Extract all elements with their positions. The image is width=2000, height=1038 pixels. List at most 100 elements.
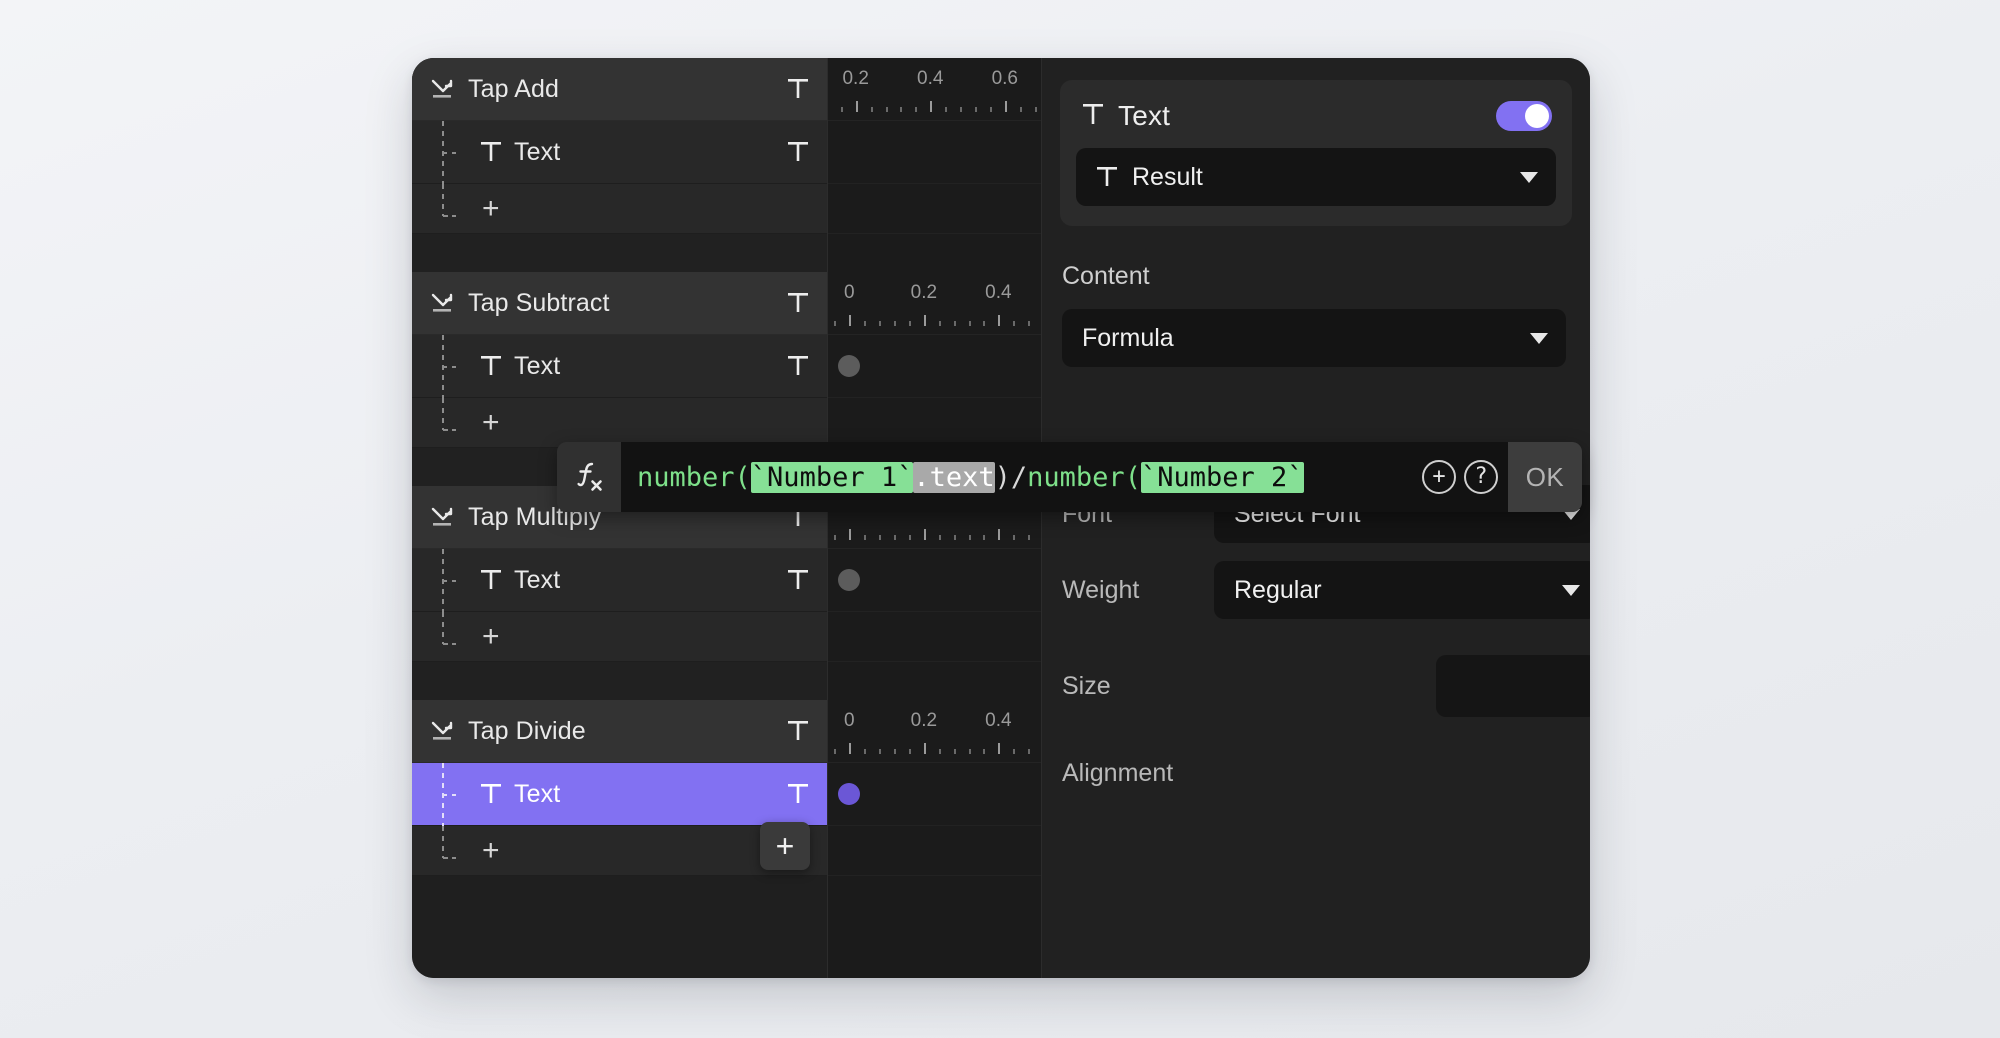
formula-token: `Number 2` — [1141, 462, 1304, 493]
ruler-tick — [864, 749, 866, 754]
ruler-tick — [834, 749, 836, 754]
layer-group-name: Tap Divide — [468, 717, 787, 746]
inspector-title: Text — [1118, 100, 1170, 132]
ruler-tick — [834, 535, 836, 540]
timeline-track[interactable] — [828, 763, 1041, 826]
formula-token: number( — [1027, 462, 1141, 493]
size-input[interactable] — [1436, 655, 1590, 717]
timeline-group: 00.20.4 — [828, 272, 1041, 448]
ruler-tick — [871, 107, 873, 112]
ruler-tick — [1035, 107, 1037, 112]
formula-actions: + ? — [1396, 442, 1508, 512]
add-token-button[interactable]: + — [1422, 460, 1456, 494]
group-spacer — [412, 234, 827, 272]
plus-icon: + — [482, 408, 500, 438]
ruler-tick — [983, 535, 985, 540]
layer-row[interactable]: Text — [412, 335, 827, 398]
layer-enabled-toggle[interactable] — [1496, 101, 1552, 131]
tap-gesture-icon — [430, 76, 456, 102]
text-type-icon — [480, 567, 502, 593]
ruler-tick — [894, 535, 896, 540]
formula-input[interactable]: number(`Number 1`.text)/number(`Number 2… — [621, 442, 1508, 512]
text-type-icon — [480, 353, 502, 379]
size-row: Size — [1042, 655, 1590, 717]
ruler-tick — [886, 107, 888, 112]
content-type-select[interactable]: Formula — [1062, 309, 1566, 367]
timeline-track[interactable] — [828, 121, 1041, 184]
ruler-tick — [900, 107, 902, 112]
text-type-icon — [787, 139, 811, 165]
ruler-tick — [841, 107, 843, 112]
layer-row-label: Text — [514, 138, 787, 167]
help-button[interactable]: ? — [1464, 460, 1498, 494]
weight-select[interactable]: Regular — [1214, 561, 1590, 619]
tap-gesture-icon — [430, 290, 456, 316]
function-fx-icon[interactable] — [557, 442, 621, 512]
content-section-label: Content — [1062, 262, 1572, 291]
keyframe-dot[interactable] — [838, 569, 860, 591]
layer-select[interactable]: Result — [1076, 148, 1556, 206]
ruler-tick — [924, 315, 926, 326]
tree-connector — [440, 612, 466, 662]
ruler-tick — [849, 529, 851, 540]
ruler-tick — [1013, 321, 1015, 326]
ruler-tick — [849, 743, 851, 754]
ruler-tick — [998, 743, 1000, 754]
ruler-tick — [954, 535, 956, 540]
layer-group: Tap Subtract Text + — [412, 272, 827, 448]
timeline-track[interactable] — [828, 549, 1041, 612]
ruler-tick — [975, 107, 977, 112]
keyframe-dot[interactable] — [838, 355, 860, 377]
layer-group-header[interactable]: Tap Divide — [412, 700, 827, 763]
ruler-tick — [945, 107, 947, 112]
layer-row[interactable]: Text — [412, 121, 827, 184]
layer-row-label: Text — [514, 352, 787, 381]
text-type-icon — [787, 290, 811, 316]
timeline-panel[interactable]: 0.20.40.600.20.400.20.400.20.4 — [827, 58, 1042, 978]
ruler-tick — [998, 315, 1000, 326]
ruler-tick — [924, 743, 926, 754]
toggle-knob — [1525, 104, 1549, 128]
timeline-track-empty — [828, 184, 1041, 234]
text-type-icon — [1096, 165, 1118, 189]
size-label: Size — [1062, 672, 1214, 701]
layer-row-selected[interactable]: Text — [412, 763, 827, 826]
ruler-tick — [1013, 749, 1015, 754]
timeline-group: 00.20.4 — [828, 700, 1041, 876]
layer-group-header[interactable]: Tap Subtract — [412, 272, 827, 335]
ruler-tick — [954, 321, 956, 326]
ok-button[interactable]: OK — [1508, 442, 1582, 512]
timeline-track-empty — [828, 398, 1041, 448]
timeline-track[interactable] — [828, 335, 1041, 398]
ruler-tick — [879, 321, 881, 326]
content-type-value: Formula — [1082, 324, 1174, 353]
layer-group-header[interactable]: Tap Add — [412, 58, 827, 121]
text-type-icon — [787, 567, 811, 593]
ruler-tick — [849, 315, 851, 326]
tap-gesture-icon — [430, 718, 456, 744]
ruler-tick — [879, 535, 881, 540]
add-layer-row[interactable]: + — [412, 612, 827, 662]
chevron-down-icon — [1562, 585, 1580, 596]
add-layer-row[interactable]: + — [412, 184, 827, 234]
ruler-tick — [864, 321, 866, 326]
text-type-icon — [480, 781, 502, 807]
timeline-ruler[interactable]: 0.20.40.6 — [828, 58, 1041, 121]
keyframe-dot[interactable] — [838, 783, 860, 805]
ruler-tick-label: 0.4 — [917, 68, 943, 90]
timeline-ruler[interactable]: 00.20.4 — [828, 272, 1041, 335]
ruler-tick — [879, 749, 881, 754]
floating-add-button[interactable]: + — [760, 822, 810, 870]
ruler-tick-labels: 00.20.4 — [828, 710, 1041, 732]
layer-group: Tap MultiplyText+ — [412, 486, 827, 662]
timeline-ruler[interactable]: 00.20.4 — [828, 700, 1041, 763]
ruler-tick — [894, 321, 896, 326]
add-layer-row[interactable]: + — [412, 398, 827, 448]
ruler-ticks — [828, 314, 1041, 326]
timeline-track-empty — [828, 612, 1041, 662]
ruler-tick — [960, 107, 962, 112]
tree-connector — [440, 826, 466, 876]
layer-group-name: Tap Add — [468, 75, 787, 104]
layer-row[interactable]: Text — [412, 549, 827, 612]
ruler-tick — [969, 749, 971, 754]
